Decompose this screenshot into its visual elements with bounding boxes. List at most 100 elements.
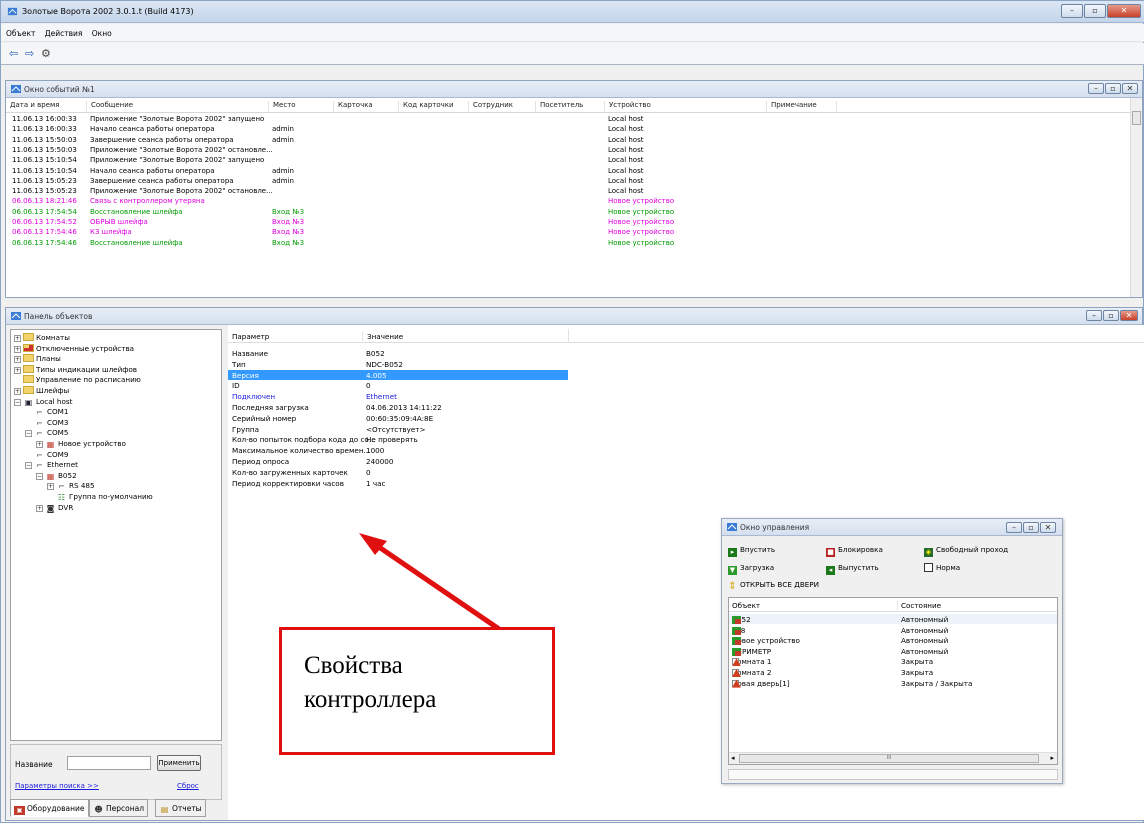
tree-item[interactable]: + ◙ DVR — [36, 503, 73, 513]
expander-icon[interactable]: + — [36, 441, 43, 448]
tree-item[interactable]: ⌐ COM9 — [25, 450, 68, 460]
tree-item[interactable]: − ▣ Local host — [14, 397, 72, 407]
let-in-button[interactable]: ▸ Впустить — [728, 545, 775, 557]
control-restore-button[interactable]: ▫ — [1023, 522, 1039, 533]
property-row[interactable]: Период корректировки часов 1 час — [228, 478, 568, 489]
events-minimize-button[interactable]: – — [1088, 83, 1104, 94]
expander-icon[interactable]: + — [14, 388, 21, 395]
control-list-row[interactable]: Комната 1 Закрыта — [729, 656, 1057, 667]
control-list-row[interactable]: B052 Автономный — [729, 614, 1057, 624]
apply-button[interactable]: Применить — [157, 755, 201, 771]
control-list-row[interactable]: Новая дверь[1] Закрыта / Закрыта — [729, 678, 1057, 688]
search-params-link[interactable]: Параметры поиска >> — [15, 782, 99, 790]
event-row[interactable]: 06.06.13 17:54:52 ОБРЫВ шлейфа Вход №3 Ново… — [6, 218, 1142, 228]
tree-item[interactable]: + Отключенные устройства — [14, 343, 134, 354]
let-out-button[interactable]: ◂ Выпустить — [826, 563, 879, 575]
objects-close-button[interactable]: ✕ — [1120, 310, 1138, 321]
events-scrollbar[interactable] — [1130, 98, 1142, 297]
settings-icon[interactable]: ⚙ — [41, 47, 51, 60]
back-arrow-icon[interactable]: ⇦ — [9, 47, 18, 60]
expander-icon[interactable]: + — [14, 356, 21, 364]
events-scroll-thumb[interactable] — [1132, 111, 1141, 125]
expander-icon[interactable]: − — [36, 472, 43, 480]
col-note[interactable]: Примечание — [766, 101, 817, 113]
load-button[interactable]: ▼ Загрузка — [728, 563, 774, 575]
property-row[interactable]: Кол-во попыток подбора кода до со... Не п… — [228, 434, 568, 445]
open-all-doors-button[interactable]: ⇕ ОТКРЫТЬ ВСЕ ДВЕРИ — [728, 580, 819, 592]
tree-item[interactable]: ⌐ COM1 — [25, 407, 68, 417]
tab-reports[interactable]: ▤ Отчеты — [155, 799, 206, 817]
col-value[interactable]: Значение — [362, 332, 403, 341]
event-row[interactable]: 11.06.13 15:10:54 Приложение "Золотые Вор… — [6, 156, 1142, 166]
col-place[interactable]: Место — [268, 101, 296, 113]
event-row[interactable]: 06.06.13 17:54:46 КЗ шлейфа Вход №3 Новое у… — [6, 228, 1142, 238]
name-search-input[interactable] — [67, 756, 151, 770]
property-row[interactable]: Группа <Отсутствует> — [228, 424, 568, 435]
control-close-button[interactable]: ✕ — [1040, 522, 1056, 533]
event-row[interactable]: 06.06.13 18:21:46 Связь с контроллером ут… — [6, 197, 1142, 207]
minimize-button[interactable]: – — [1061, 4, 1083, 18]
event-row[interactable]: 11.06.13 15:50:03 Приложение "Золотые Вор… — [6, 146, 1142, 156]
tree-item[interactable]: + Типы индикации шлейфов — [14, 364, 137, 375]
menu-actions[interactable]: Действия — [40, 24, 85, 38]
event-row[interactable]: 11.06.13 15:05:23 Завершение сеанса работ… — [6, 177, 1142, 187]
tree-item[interactable]: + ▦ Новое устройство — [36, 439, 126, 449]
property-row[interactable]: Подключен Ethernet — [228, 391, 568, 402]
tree-item[interactable]: − ⌐ Ethernet — [25, 460, 78, 470]
event-row[interactable]: 11.06.13 15:05:23 Приложение "Золотые Вор… — [6, 187, 1142, 197]
tree-item[interactable]: ⌐ COM3 — [25, 418, 68, 428]
expander-icon[interactable]: + — [36, 504, 43, 512]
tree-item[interactable]: − ⌐ COM5 — [25, 428, 68, 438]
tree-item[interactable]: ☷ Группа по-умолчанию — [47, 492, 153, 502]
scroll-right-icon[interactable]: ▸ — [1050, 754, 1054, 762]
event-row[interactable]: 11.06.13 16:00:33 Начало сеанса работы оп… — [6, 125, 1142, 135]
events-restore-button[interactable]: ▫ — [1105, 83, 1121, 94]
close-button[interactable]: ✕ — [1107, 4, 1141, 18]
col-visitor[interactable]: Посетитель — [535, 101, 583, 113]
property-row[interactable]: Тип NDC-B052 — [228, 359, 568, 370]
property-row[interactable]: Последняя загрузка 04.06.2013 14:11:22 — [228, 402, 568, 413]
property-row[interactable]: Название B052 — [228, 348, 568, 359]
expander-icon[interactable]: − — [25, 430, 32, 438]
property-row[interactable]: Серийный номер 00:60:35:09:4A:8E — [228, 413, 568, 424]
property-row[interactable]: Максимальное количество времен... 1000 — [228, 445, 568, 456]
tab-equipment[interactable]: ▣ Оборудование — [10, 799, 89, 817]
property-row[interactable]: Период опроса 240000 — [228, 456, 568, 467]
col-device[interactable]: Устройство — [604, 101, 651, 113]
tree-item[interactable]: + Планы — [14, 354, 61, 364]
menu-object[interactable]: Объект — [1, 24, 37, 38]
col-state[interactable]: Состояние — [897, 601, 941, 610]
control-list-row[interactable]: ПЕРИМЕТР Автономный — [729, 646, 1057, 656]
expander-icon[interactable]: + — [47, 483, 54, 491]
control-list-row[interactable]: Новое устройство Автономный — [729, 635, 1057, 646]
menu-window[interactable]: Окно — [87, 24, 114, 38]
expander-icon[interactable]: + — [14, 345, 21, 353]
control-scroll-thumb[interactable]: III — [739, 754, 1039, 763]
scroll-left-icon[interactable]: ◂ — [731, 754, 735, 762]
event-row[interactable]: 11.06.13 15:50:03 Завершение сеанса работ… — [6, 136, 1142, 146]
col-card-code[interactable]: Код карточки — [398, 101, 454, 113]
control-hscrollbar[interactable]: ◂ III ▸ — [729, 752, 1057, 764]
property-row[interactable]: Версия 4.005 — [228, 369, 568, 381]
expander-icon[interactable]: + — [14, 335, 21, 342]
event-row[interactable]: 06.06.13 17:54:46 Восстановление шлейфа Вх… — [6, 239, 1142, 249]
expander-icon[interactable]: + — [14, 366, 21, 374]
property-row[interactable]: ID 0 — [228, 380, 568, 391]
tree-item[interactable]: − ▦ B052 — [36, 471, 77, 481]
control-minimize-button[interactable]: – — [1006, 522, 1022, 533]
property-row[interactable]: Кол-во загруженных карточек 0 — [228, 467, 568, 478]
col-card[interactable]: Карточка — [333, 101, 373, 113]
control-list-row[interactable]: Комната 2 Закрыта — [729, 667, 1057, 677]
tree-item[interactable]: + ⌐ RS 485 — [47, 481, 95, 491]
events-close-button[interactable]: ✕ — [1122, 83, 1138, 94]
col-object[interactable]: Объект — [732, 601, 760, 610]
col-employee[interactable]: Сотрудник — [468, 101, 513, 113]
tab-personnel[interactable]: ☻ Персонал — [89, 799, 149, 817]
objects-restore-button[interactable]: ▫ — [1103, 310, 1119, 321]
normal-button[interactable]: Норма — [924, 563, 960, 572]
tree-item[interactable]: + Шлейфы — [14, 386, 69, 396]
reset-link[interactable]: Сброс — [177, 782, 199, 790]
event-row[interactable]: 11.06.13 16:00:33 Приложение "Золотые Вор… — [6, 115, 1142, 125]
event-row[interactable]: 11.06.13 15:10:54 Начало сеанса работы оп… — [6, 167, 1142, 177]
event-row[interactable]: 06.06.13 17:54:54 Восстановление шлейфа Вх… — [6, 208, 1142, 218]
